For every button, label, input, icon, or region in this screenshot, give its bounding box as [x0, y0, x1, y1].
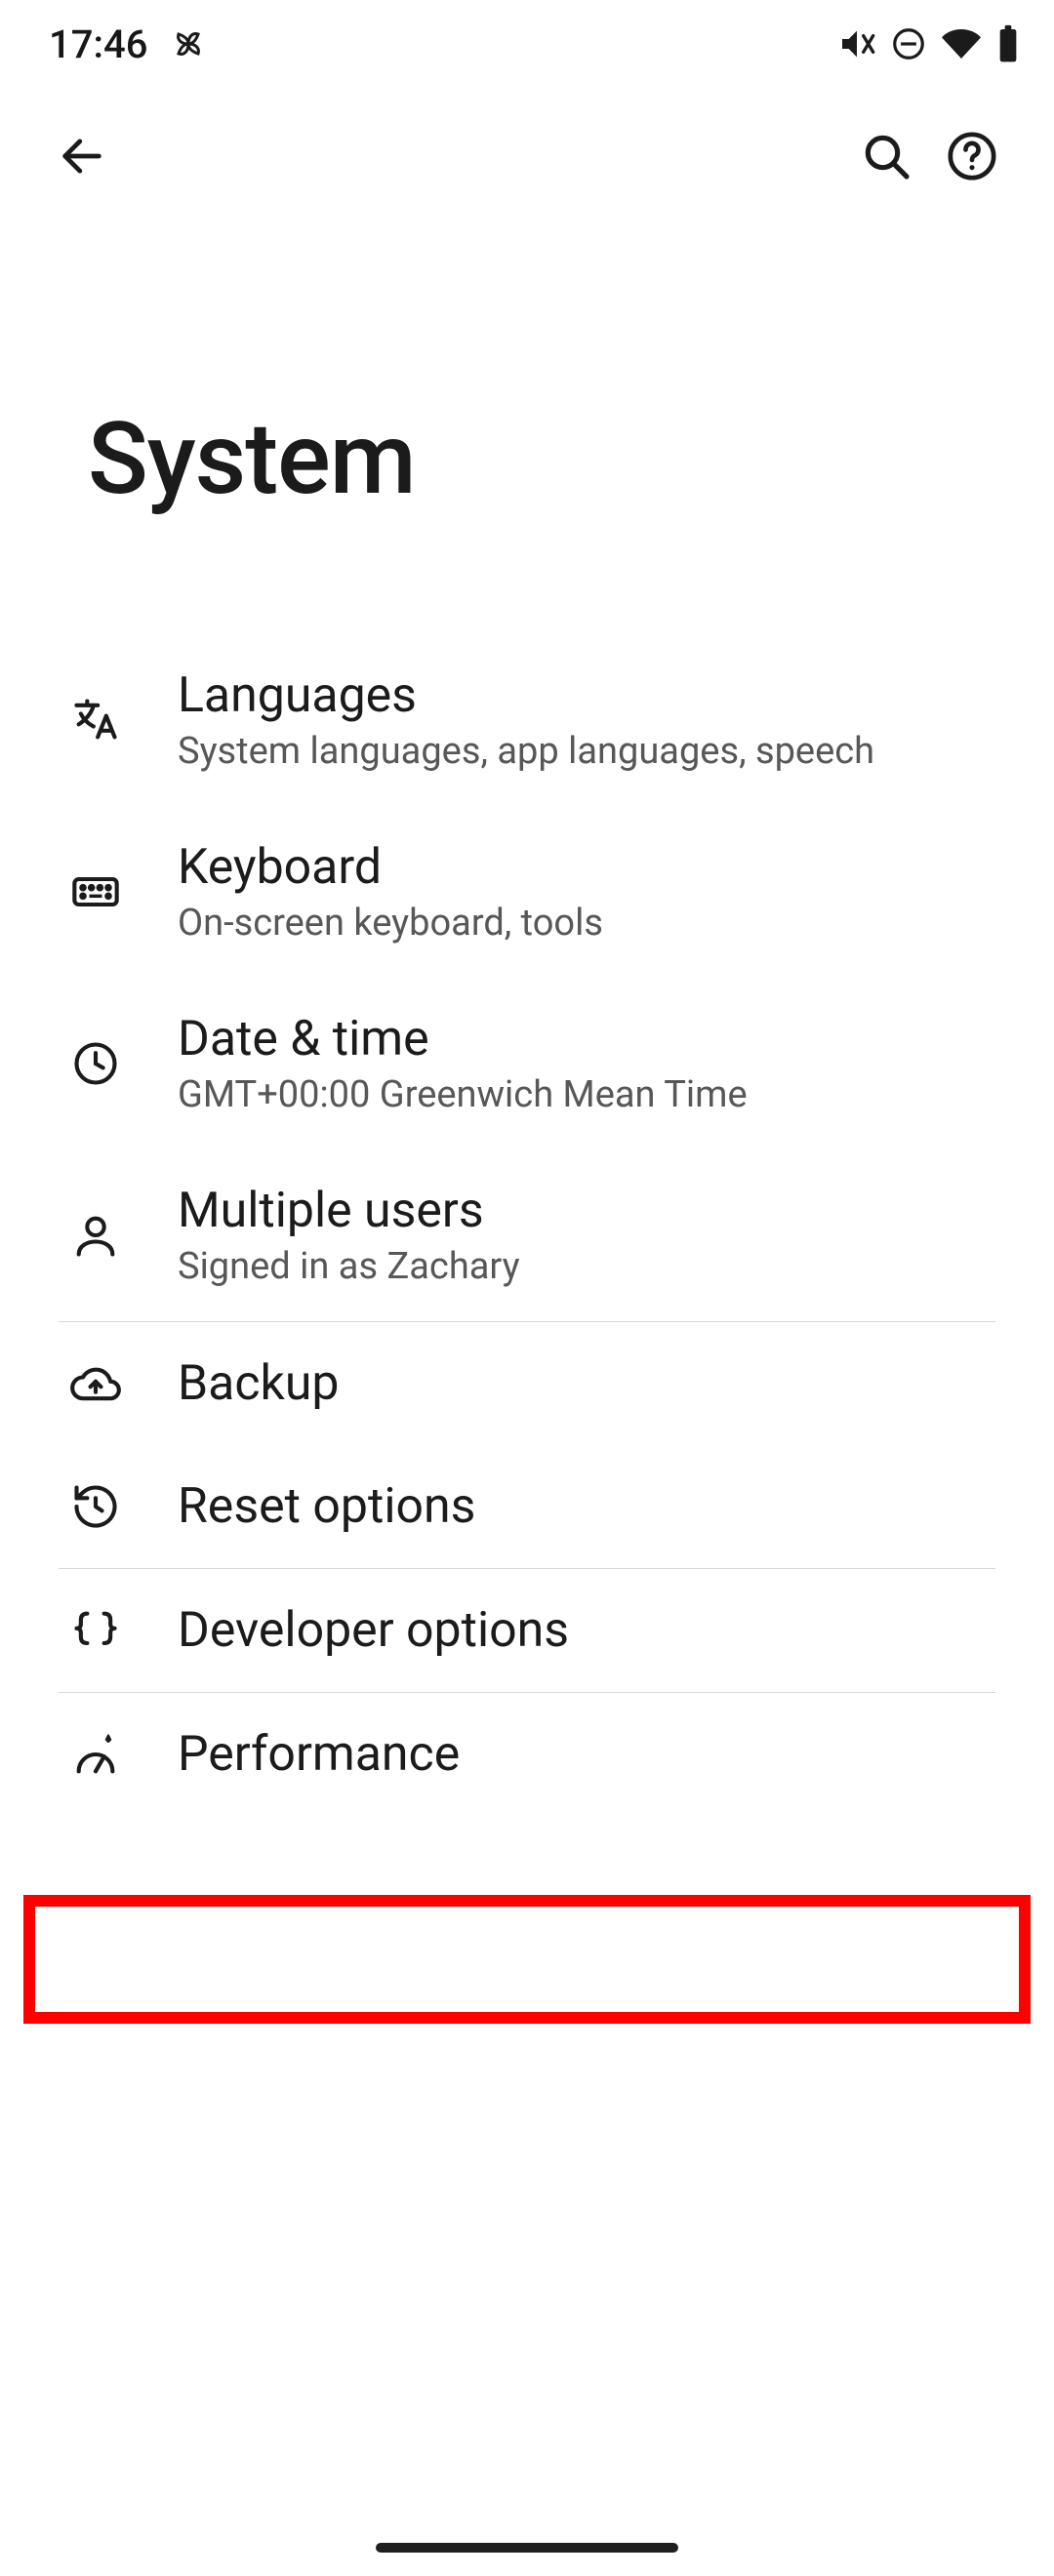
highlight-box	[23, 1895, 1031, 2024]
help-icon	[945, 129, 999, 183]
settings-list: Languages System languages, app language…	[0, 634, 1054, 1816]
row-reset-options[interactable]: Reset options	[0, 1445, 1054, 1568]
restore-icon	[68, 1479, 123, 1534]
app-bar	[0, 88, 1054, 224]
row-title: Backup	[178, 1355, 995, 1412]
mute-icon	[837, 24, 876, 63]
dnd-icon	[890, 25, 927, 62]
status-left: 17:46	[49, 21, 208, 67]
row-developer-options[interactable]: Developer options	[0, 1569, 1054, 1692]
row-title: Developer options	[178, 1602, 995, 1659]
row-title: Reset options	[178, 1478, 995, 1535]
keyboard-icon	[68, 865, 123, 919]
help-button[interactable]	[929, 113, 1015, 199]
row-title: Date & time	[178, 1011, 995, 1067]
row-subtitle: On-screen keyboard, tools	[178, 902, 995, 945]
row-subtitle: GMT+00:00 Greenwich Mean Time	[178, 1073, 995, 1116]
braces-icon	[68, 1603, 123, 1658]
pinwheel-icon	[169, 24, 208, 63]
status-bar: 17:46	[0, 0, 1054, 88]
row-performance[interactable]: Performance	[0, 1693, 1054, 1816]
row-title: Languages	[178, 667, 995, 724]
row-keyboard[interactable]: Keyboard On-screen keyboard, tools	[0, 806, 1054, 978]
cloud-upload-icon	[68, 1356, 123, 1411]
battery-icon	[995, 24, 1021, 63]
row-subtitle: Signed in as Zachary	[178, 1245, 995, 1288]
arrow-left-icon	[57, 131, 107, 181]
clock-icon	[68, 1036, 123, 1091]
translate-icon	[68, 693, 123, 747]
row-date-time[interactable]: Date & time GMT+00:00 Greenwich Mean Tim…	[0, 978, 1054, 1149]
performance-icon	[68, 1727, 123, 1782]
status-right	[837, 24, 1021, 63]
row-title: Multiple users	[178, 1183, 995, 1239]
status-time: 17:46	[49, 21, 147, 67]
person-icon	[68, 1208, 123, 1263]
search-button[interactable]	[843, 113, 929, 199]
nav-handle[interactable]	[376, 2543, 678, 2553]
page-title: System	[0, 224, 1054, 634]
row-subtitle: System languages, app languages, speech	[178, 730, 995, 773]
row-title: Performance	[178, 1726, 995, 1783]
row-languages[interactable]: Languages System languages, app language…	[0, 634, 1054, 806]
back-button[interactable]	[39, 113, 125, 199]
wifi-icon	[941, 24, 982, 63]
row-multiple-users[interactable]: Multiple users Signed in as Zachary	[0, 1149, 1054, 1321]
row-title: Keyboard	[178, 839, 995, 896]
row-backup[interactable]: Backup	[0, 1322, 1054, 1445]
search-icon	[859, 129, 913, 183]
